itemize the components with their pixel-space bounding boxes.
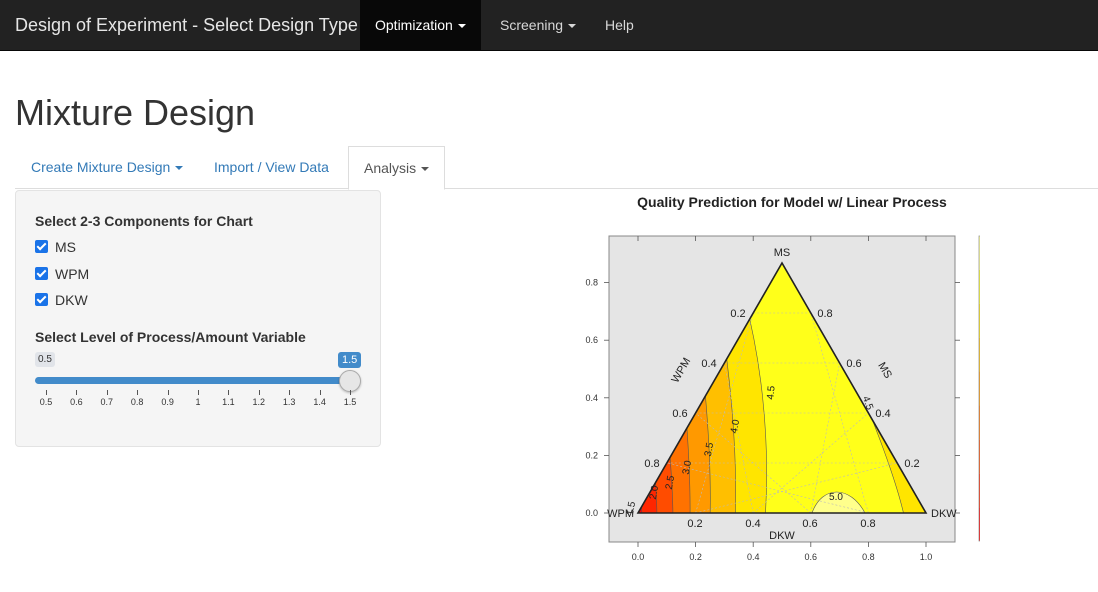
ternary-tick-right: 0.6 — [846, 358, 861, 370]
checkbox-ms-label: MS — [55, 239, 76, 255]
ternary-tick-right: 0.8 — [817, 308, 832, 320]
y-tick-label: 0.4 — [585, 393, 598, 403]
slider-value-label: 1.5 — [338, 352, 362, 368]
vertex-label-right: DKW — [931, 508, 957, 520]
nav-help[interactable]: Help — [590, 0, 649, 51]
tab-analysis[interactable]: Analysis — [348, 146, 446, 190]
colorbar: 1.01.52.02.53.03.54.04.55.05.5 — [978, 235, 980, 542]
slider-tick-label: 1.4 — [313, 397, 326, 407]
slider-tick — [198, 390, 199, 395]
slider-tick-label: 0.8 — [130, 397, 144, 407]
checkbox-wpm-label: WPM — [55, 266, 90, 282]
slider-min-label: 0.5 — [35, 352, 55, 367]
ternary-tick-bottom: 0.6 — [802, 518, 817, 530]
tab-analysis-label: Analysis — [364, 160, 417, 176]
slider-tick — [350, 390, 351, 395]
sidebar-panel: Select 2-3 Components for Chart MS WPM D… — [15, 190, 381, 447]
slider-tick — [289, 390, 291, 395]
x-tick-label: 1.0 — [920, 552, 933, 562]
ternary-tick-right: 0.2 — [904, 458, 919, 470]
x-tick-label: 0.2 — [689, 552, 702, 562]
x-tick-label: 0.4 — [747, 552, 760, 562]
x-tick-label: 0.0 — [632, 552, 645, 562]
checkbox-dkw-label: DKW — [55, 292, 88, 308]
slider-tick — [319, 390, 321, 395]
nav-optimization[interactable]: Optimization — [360, 0, 481, 51]
slider-tick-label: 1.3 — [282, 397, 296, 407]
side-label-bottom: DKW — [769, 530, 795, 542]
slider-tick — [137, 390, 139, 395]
tab-import-label: Import / View Data — [214, 159, 329, 175]
ternary-tick-right: 0.4 — [875, 408, 890, 420]
slider-track[interactable] — [35, 377, 351, 384]
nav-screening[interactable]: Screening — [485, 0, 591, 51]
checkbox-checked-icon[interactable] — [35, 267, 48, 280]
contour-label: 4.5 — [765, 385, 777, 400]
slider-tick-label: 0.5 — [39, 397, 53, 407]
ternary-tick-bottom: 0.8 — [860, 518, 875, 530]
top-navbar: Design of Experiment - Select Design Typ… — [0, 0, 1098, 51]
ternary-tick-left: 0.4 — [701, 358, 716, 370]
slider-tick-label: 1.2 — [252, 397, 266, 407]
slider-tick — [167, 390, 169, 395]
page-title: Mixture Design — [15, 92, 256, 133]
nav-optimization-label: Optimization — [375, 17, 453, 33]
chevron-down-icon — [175, 166, 184, 171]
ternary-tick-left: 0.6 — [672, 408, 687, 420]
tab-import-view-data[interactable]: Import / View Data — [199, 146, 344, 189]
slider-tick — [76, 390, 78, 395]
y-tick-label: 0.6 — [585, 335, 598, 345]
slider-label: Select Level of Process/Amount Variable — [35, 329, 306, 345]
components-label: Select 2-3 Components for Chart — [35, 213, 253, 229]
nav-screening-label: Screening — [500, 17, 564, 33]
vertex-label-top: MS — [774, 247, 791, 259]
slider-tick — [46, 390, 47, 395]
ternary-tick-bottom: 0.2 — [687, 518, 702, 530]
slider-tick — [258, 390, 260, 395]
slider-tick — [106, 390, 108, 395]
slider-handle[interactable] — [339, 370, 361, 392]
x-tick-label: 0.8 — [862, 552, 875, 562]
checkbox-checked-icon[interactable] — [35, 240, 48, 253]
navbar-brand[interactable]: Design of Experiment - Select Design Typ… — [15, 0, 358, 51]
slider-tick-label: 0.6 — [70, 397, 83, 407]
y-tick-label: 0.0 — [585, 508, 598, 518]
chevron-down-icon — [421, 167, 430, 172]
slider-tick-label: 0.9 — [161, 397, 174, 407]
checkbox-checked-icon[interactable] — [35, 293, 48, 306]
x-tick-label: 0.6 — [805, 552, 818, 562]
tab-create-label: Create Mixture Design — [31, 159, 171, 175]
nav-help-label: Help — [605, 17, 634, 33]
ternary-tick-bottom: 0.4 — [745, 518, 760, 530]
ternary-tick-left: 0.8 — [644, 458, 659, 470]
slider-tick-label: 1.5 — [343, 397, 357, 407]
contour-label: 5.0 — [829, 492, 843, 503]
tabset: Create Mixture Design Import / View Data… — [15, 146, 1098, 190]
y-tick-label: 0.8 — [585, 278, 598, 288]
slider-tick-label: 1 — [195, 397, 201, 407]
chevron-down-icon — [457, 24, 466, 29]
chevron-down-icon — [568, 24, 577, 29]
slider-tick-label: 0.7 — [100, 397, 114, 407]
tab-create-mixture-design[interactable]: Create Mixture Design — [16, 146, 198, 189]
ternary-chart: Quality Prediction for Model w/ Linear P… — [585, 194, 980, 562]
slider-tick — [228, 390, 230, 395]
y-tick-label: 0.2 — [585, 450, 598, 460]
chart-title: Quality Prediction for Model w/ Linear P… — [637, 194, 947, 210]
slider-tick-label: 1.1 — [222, 397, 235, 407]
ternary-tick-left: 0.2 — [730, 308, 745, 320]
